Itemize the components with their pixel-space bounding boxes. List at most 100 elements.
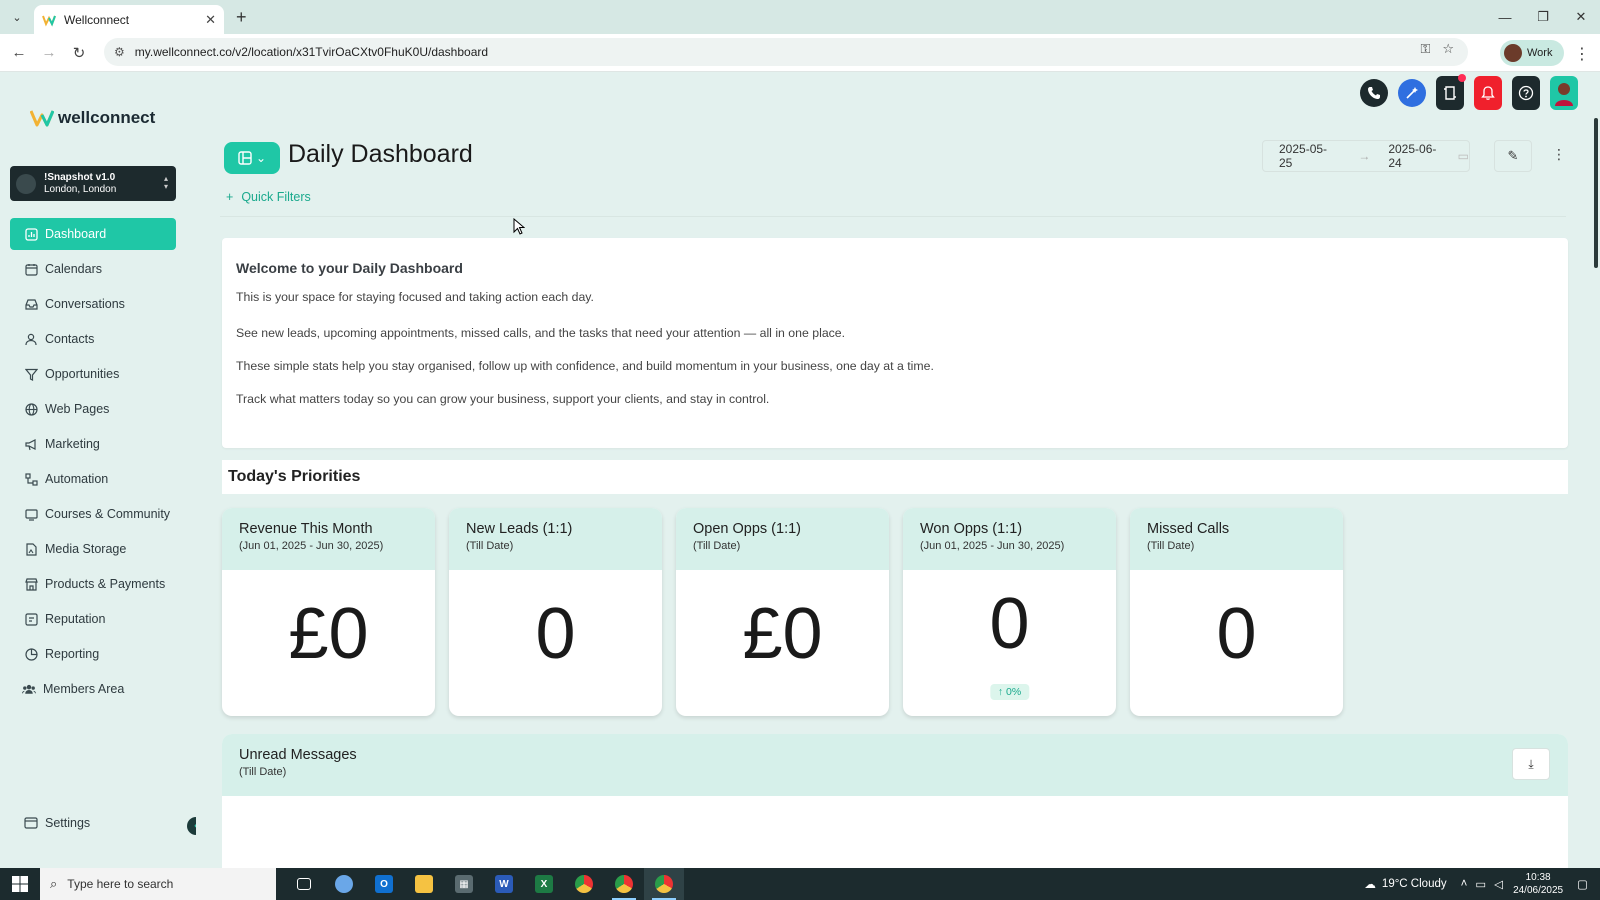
profile-avatar [1504,44,1522,62]
word-app-icon[interactable]: W [484,868,524,900]
date-end[interactable]: 2025-06-24 [1388,142,1449,170]
sidebar-item-products-payments[interactable]: Products & Payments [10,568,176,600]
tab-search-icon[interactable]: ⌄ [4,4,30,30]
reload-icon[interactable]: ↻ [64,38,94,68]
browser-tab[interactable]: Wellconnect ✕ [34,5,224,34]
restore-icon[interactable]: ❐ [1524,0,1562,34]
task-view-icon[interactable] [284,868,324,900]
megaphone-icon [24,437,38,451]
outlook-app-icon[interactable]: O [364,868,404,900]
new-tab-button[interactable]: + [236,7,247,28]
system-clock[interactable]: 10:38 24/06/2025 [1513,871,1563,897]
stat-card-new-leads[interactable]: New Leads (1:1) (Till Date) 0 [449,508,662,716]
tab-close-icon[interactable]: ✕ [205,12,216,28]
changelog-icon[interactable] [1436,74,1466,110]
sidebar-item-media-storage[interactable]: Media Storage [10,533,176,565]
address-bar[interactable]: ⚙ my.wellconnect.co/v2/location/x31TvirO… [104,38,1468,66]
phone-icon[interactable] [1360,79,1388,107]
card-title: Won Opps (1:1) [920,521,1023,537]
help-icon[interactable] [1512,76,1540,110]
stat-card-missed-calls[interactable]: Missed Calls (Till Date) 0 [1130,508,1343,716]
sidebar-item-web-pages[interactable]: Web Pages [10,393,176,425]
forward-icon[interactable]: → [34,38,64,68]
windows-start-icon[interactable] [0,868,40,900]
sidebar-item-label: Reputation [45,612,106,626]
back-icon[interactable]: ← [4,38,34,68]
browser-menu-icon[interactable]: ⋮ [1574,44,1590,64]
sidebar-item-reputation[interactable]: Reputation [10,603,176,635]
welcome-line: See new leads, upcoming appointments, mi… [236,326,846,340]
brand-logo[interactable]: wellconnect [30,108,155,128]
card-title: Revenue This Month [239,521,373,537]
more-options-icon[interactable]: ⋮ [1552,146,1566,163]
taskbar-search[interactable]: ⌕ Type here to search [40,868,276,900]
sidebar-item-settings[interactable]: Settings [24,816,90,830]
sidebar-item-conversations[interactable]: Conversations [10,288,176,320]
brand-mark-icon [30,110,54,127]
edit-dashboard-button[interactable]: ✎ [1494,140,1532,172]
download-button[interactable]: ⤓ [1512,748,1550,780]
sidebar-item-label: Automation [45,472,109,486]
bookmark-star-icon[interactable]: ☆ [1442,41,1454,57]
sidebar-item-members-area[interactable]: Members Area [10,673,176,705]
profile-chip[interactable]: Work [1500,40,1564,66]
site-info-icon[interactable]: ⚙ [114,45,125,59]
sidebar-item-courses-community[interactable]: Courses & Community [10,498,176,530]
date-range-picker[interactable]: 2025-05-25 → 2025-06-24 ▭ [1262,140,1470,172]
sidebar-item-automation[interactable]: Automation [10,463,176,495]
calculator-app-icon[interactable]: ▦ [444,868,484,900]
cloud-icon: ☁ [1364,879,1376,891]
volume-icon[interactable]: ◁ [1494,877,1503,891]
stat-card-open-opps[interactable]: Open Opps (1:1) (Till Date) £0 [676,508,889,716]
location-switcher[interactable]: !Snapshot v1.0 London, London ▴ ▾ [10,166,176,201]
minimize-icon[interactable]: — [1486,0,1524,34]
priority-cards: Revenue This Month (Jun 01, 2025 - Jun 30… [222,508,1343,716]
clock-time: 10:38 [1525,872,1551,883]
chrome-profile-app-icon[interactable] [604,868,644,900]
brand-name: wellconnect [58,108,156,127]
date-start[interactable]: 2025-05-25 [1279,142,1340,170]
weather-text: 19°C Cloudy [1381,878,1447,890]
sidebar-item-contacts[interactable]: Contacts [10,323,176,355]
card-value: 0 [1216,594,1257,674]
download-icon: ⤓ [1528,756,1534,771]
sidebar-item-calendars[interactable]: Calendars [10,253,176,285]
weather-widget[interactable]: ☁ 19°C Cloudy [1364,877,1446,891]
url-text[interactable]: my.wellconnect.co/v2/location/x31TvirOaC… [135,45,488,59]
sidebar-item-reporting[interactable]: Reporting [10,638,176,670]
chrome-app-icon[interactable] [564,868,604,900]
welcome-line: These simple stats help you stay organis… [236,359,934,373]
network-icon[interactable]: ▭ [1475,877,1486,891]
chevron-up-icon[interactable]: ˄ [1461,878,1468,890]
sidebar-item-label: Reporting [45,647,100,661]
change-badge: ↑ 0% [989,684,1030,700]
excel-app-icon[interactable]: X [524,868,564,900]
dashboard-switcher-button[interactable]: ⌄ [224,142,280,174]
sidebar-item-label: Dashboard [45,227,107,241]
sidebar-item-label: Members Area [43,682,125,696]
sidebar-item-dashboard[interactable]: Dashboard [10,218,176,250]
copilot-app-icon[interactable] [324,868,364,900]
main-content: ⌄ Daily Dashboard + Quick Filters 2025-05… [196,72,1586,868]
sidebar-nav: Dashboard Calendars Conversations Contac… [10,218,176,708]
window-close-icon[interactable]: ✕ [1562,0,1600,34]
notification-center-icon[interactable]: ▢ [1577,877,1588,891]
file-explorer-icon[interactable] [404,868,444,900]
sidebar-item-opportunities[interactable]: Opportunities [10,358,176,390]
user-avatar[interactable] [1550,76,1578,110]
card-value: 0 [989,584,1030,664]
pencil-icon: ✎ [1507,148,1519,163]
sidebar-item-marketing[interactable]: Marketing [10,428,176,460]
card-value: 0 [535,594,576,674]
members-icon [22,682,36,696]
magic-wand-icon[interactable] [1398,79,1426,107]
stat-card-won-opps[interactable]: Won Opps (1:1) (Jun 01, 2025 - Jun 30, 20… [903,508,1116,716]
stat-card-revenue[interactable]: Revenue This Month (Jun 01, 2025 - Jun 30… [222,508,435,716]
chrome-work-app-icon[interactable] [644,868,684,900]
password-key-icon[interactable]: ⚿ [1420,41,1430,57]
page-scrollbar[interactable] [1594,118,1598,268]
welcome-heading: Welcome to your Daily Dashboard [236,260,463,276]
taskbar-apps: O ▦ W X [284,868,684,900]
bell-icon[interactable] [1474,76,1502,110]
quick-filters-button[interactable]: + Quick Filters [226,190,311,204]
